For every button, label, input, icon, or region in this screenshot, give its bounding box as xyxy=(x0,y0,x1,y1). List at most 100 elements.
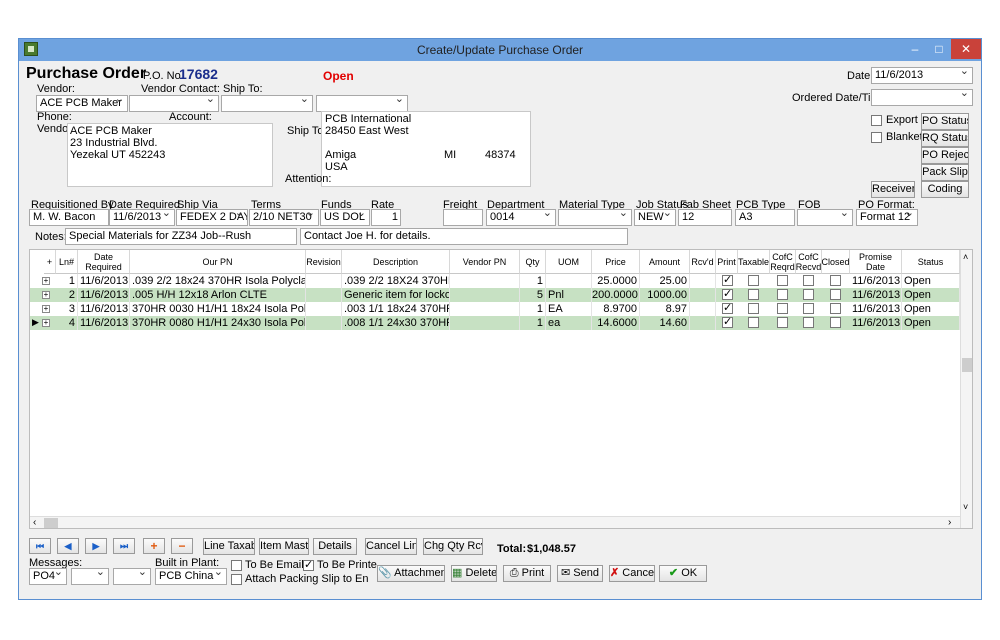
column-header[interactable]: Revision xyxy=(306,250,342,274)
print-checkbox[interactable] xyxy=(722,315,733,328)
job-status-select[interactable]: NEW xyxy=(634,209,676,226)
pcb-type-field[interactable]: A3 xyxy=(735,209,795,226)
taxable-checkbox[interactable] xyxy=(748,289,759,300)
cofc-recvd-checkbox[interactable] xyxy=(803,289,814,300)
cofc-reqrd-checkbox[interactable] xyxy=(777,317,788,328)
cofc-reqrd-checkbox[interactable] xyxy=(777,275,788,286)
remove-line-button[interactable]: − xyxy=(171,538,193,554)
attachments-button[interactable]: 📎 Attachments xyxy=(377,565,445,582)
to-be-emailed-checkbox[interactable] xyxy=(231,560,242,571)
column-header[interactable]: Qty xyxy=(520,250,546,274)
department-select[interactable]: 0014 xyxy=(486,209,556,226)
column-header[interactable]: Date Required xyxy=(78,250,130,274)
column-header[interactable]: Promise Date xyxy=(850,250,902,274)
horizontal-scrollbar[interactable]: ‹ › xyxy=(30,516,960,528)
vendor-contact-select[interactable] xyxy=(129,95,219,112)
po-format-select[interactable]: Format 12 xyxy=(856,209,918,226)
scroll-up-icon[interactable]: ˄ xyxy=(963,252,968,262)
closed-checkbox[interactable] xyxy=(830,275,841,286)
date-select[interactable]: 11/6/2013 xyxy=(871,67,973,84)
scroll-left-icon[interactable]: ‹ xyxy=(33,517,36,528)
table-row[interactable]: + 1 11/6/2013 .039 2/2 18x24 370HR Isola… xyxy=(30,273,960,288)
ok-button[interactable]: ✔ OK xyxy=(659,565,707,582)
column-header[interactable]: Closed xyxy=(822,250,850,274)
column-header[interactable]: Price xyxy=(592,250,640,274)
cofc-reqrd-checkbox[interactable] xyxy=(777,303,788,314)
po-rejects-button[interactable]: PO Rejects xyxy=(921,147,969,164)
blanket-checkbox[interactable] xyxy=(871,132,882,143)
print-checkbox[interactable] xyxy=(722,287,733,300)
scroll-right-icon[interactable]: › xyxy=(948,517,951,528)
column-header[interactable]: UOM xyxy=(546,250,592,274)
close-button[interactable]: ✕ xyxy=(951,39,981,59)
column-header[interactable]: CofC Recvd xyxy=(796,250,822,274)
add-line-button[interactable]: + xyxy=(143,538,165,554)
ship-via-select[interactable]: FEDEX 2 DAY xyxy=(176,209,248,226)
scroll-thumb[interactable] xyxy=(962,358,972,372)
fab-sheet-field[interactable]: 12 xyxy=(678,209,732,226)
messages-tertiary-select[interactable] xyxy=(113,568,151,585)
last-record-button[interactable]: ⏭ xyxy=(113,538,135,554)
column-header[interactable]: Print xyxy=(716,250,738,274)
messages-select[interactable]: PO4 xyxy=(29,568,67,585)
receiver-button[interactable]: Receiver xyxy=(871,181,915,198)
ship-to-contact-select[interactable] xyxy=(316,95,408,112)
coding-button[interactable]: Coding xyxy=(921,181,969,198)
vertical-scrollbar[interactable]: ˄ ˅ xyxy=(960,250,972,528)
column-header[interactable]: Vendor PN xyxy=(450,250,520,274)
first-record-button[interactable]: ⏮ xyxy=(29,538,51,554)
send-button[interactable]: ✉ Send xyxy=(557,565,603,582)
cofc-recvd-checkbox[interactable] xyxy=(803,303,814,314)
print-checkbox[interactable] xyxy=(722,301,733,314)
closed-checkbox[interactable] xyxy=(830,289,841,300)
cofc-recvd-checkbox[interactable] xyxy=(803,275,814,286)
taxable-checkbox[interactable] xyxy=(748,317,759,328)
ordered-date-select[interactable] xyxy=(871,89,973,106)
notes-field[interactable]: Special Materials for ZZ34 Job--Rush xyxy=(65,228,297,245)
column-header[interactable]: Our PN xyxy=(130,250,306,274)
plant-select[interactable]: PCB China xyxy=(155,568,227,585)
delete-button[interactable]: ▦ Delete xyxy=(451,565,497,582)
closed-checkbox[interactable] xyxy=(830,303,841,314)
taxable-checkbox[interactable] xyxy=(748,275,759,286)
table-row[interactable]: ▶ + 4 11/6/2013 370HR 0080 H1/H1 24x30 I… xyxy=(30,315,960,330)
po-status-button[interactable]: PO Status xyxy=(921,113,969,130)
column-header[interactable]: Amount xyxy=(640,250,690,274)
line-taxable-button[interactable]: Line Taxable xyxy=(203,538,255,555)
column-header[interactable]: Taxable xyxy=(738,250,770,274)
scroll-down-icon[interactable]: ˅ xyxy=(963,502,968,512)
cofc-reqrd-checkbox[interactable] xyxy=(777,289,788,300)
rq-status-button[interactable]: RQ Status xyxy=(921,130,969,147)
date-required-select[interactable]: 11/6/2013 xyxy=(109,209,175,226)
export-checkbox[interactable] xyxy=(871,115,882,126)
print-button[interactable]: ⎙ Print xyxy=(503,565,551,582)
fob-select[interactable] xyxy=(797,209,853,226)
chg-qty-rcvd-button[interactable]: Chg Qty Rcvd xyxy=(423,538,483,555)
material-type-select[interactable] xyxy=(558,209,632,226)
previous-record-button[interactable]: ◀ xyxy=(57,538,79,554)
funds-select[interactable]: US DOL xyxy=(320,209,370,226)
cancel-line-button[interactable]: Cancel Line xyxy=(365,538,417,555)
expand-icon[interactable]: + xyxy=(42,277,50,285)
scroll-thumb[interactable] xyxy=(44,518,58,528)
item-master-button[interactable]: Item Master xyxy=(259,538,309,555)
cancel-button[interactable]: ✗ Cancel xyxy=(609,565,655,582)
notes-secondary-field[interactable]: Contact Joe H. for details. xyxy=(300,228,628,245)
column-header[interactable]: Ln# xyxy=(56,250,78,274)
rate-field[interactable]: 1 xyxy=(371,209,401,226)
vendor-select[interactable]: ACE PCB Maker xyxy=(36,95,128,112)
ship-to-select[interactable] xyxy=(221,95,313,112)
to-be-printed-checkbox[interactable] xyxy=(303,558,314,571)
column-header[interactable]: Rcv'd xyxy=(690,250,716,274)
print-checkbox[interactable] xyxy=(722,273,733,286)
terms-select[interactable]: 2/10 NET30 xyxy=(249,209,319,226)
table-row[interactable]: + 2 11/6/2013 .005 H/H 12x18 Arlon CLTE … xyxy=(30,287,960,302)
pack-slip-button[interactable]: Pack Slip xyxy=(921,164,969,181)
closed-checkbox[interactable] xyxy=(830,317,841,328)
minimize-button[interactable]: – xyxy=(903,39,927,59)
expand-icon[interactable]: + xyxy=(42,319,50,327)
expand-icon[interactable]: + xyxy=(42,291,50,299)
column-header[interactable]: Description xyxy=(342,250,450,274)
attach-packing-slip-checkbox[interactable] xyxy=(231,574,242,585)
details-button[interactable]: Details xyxy=(313,538,357,555)
